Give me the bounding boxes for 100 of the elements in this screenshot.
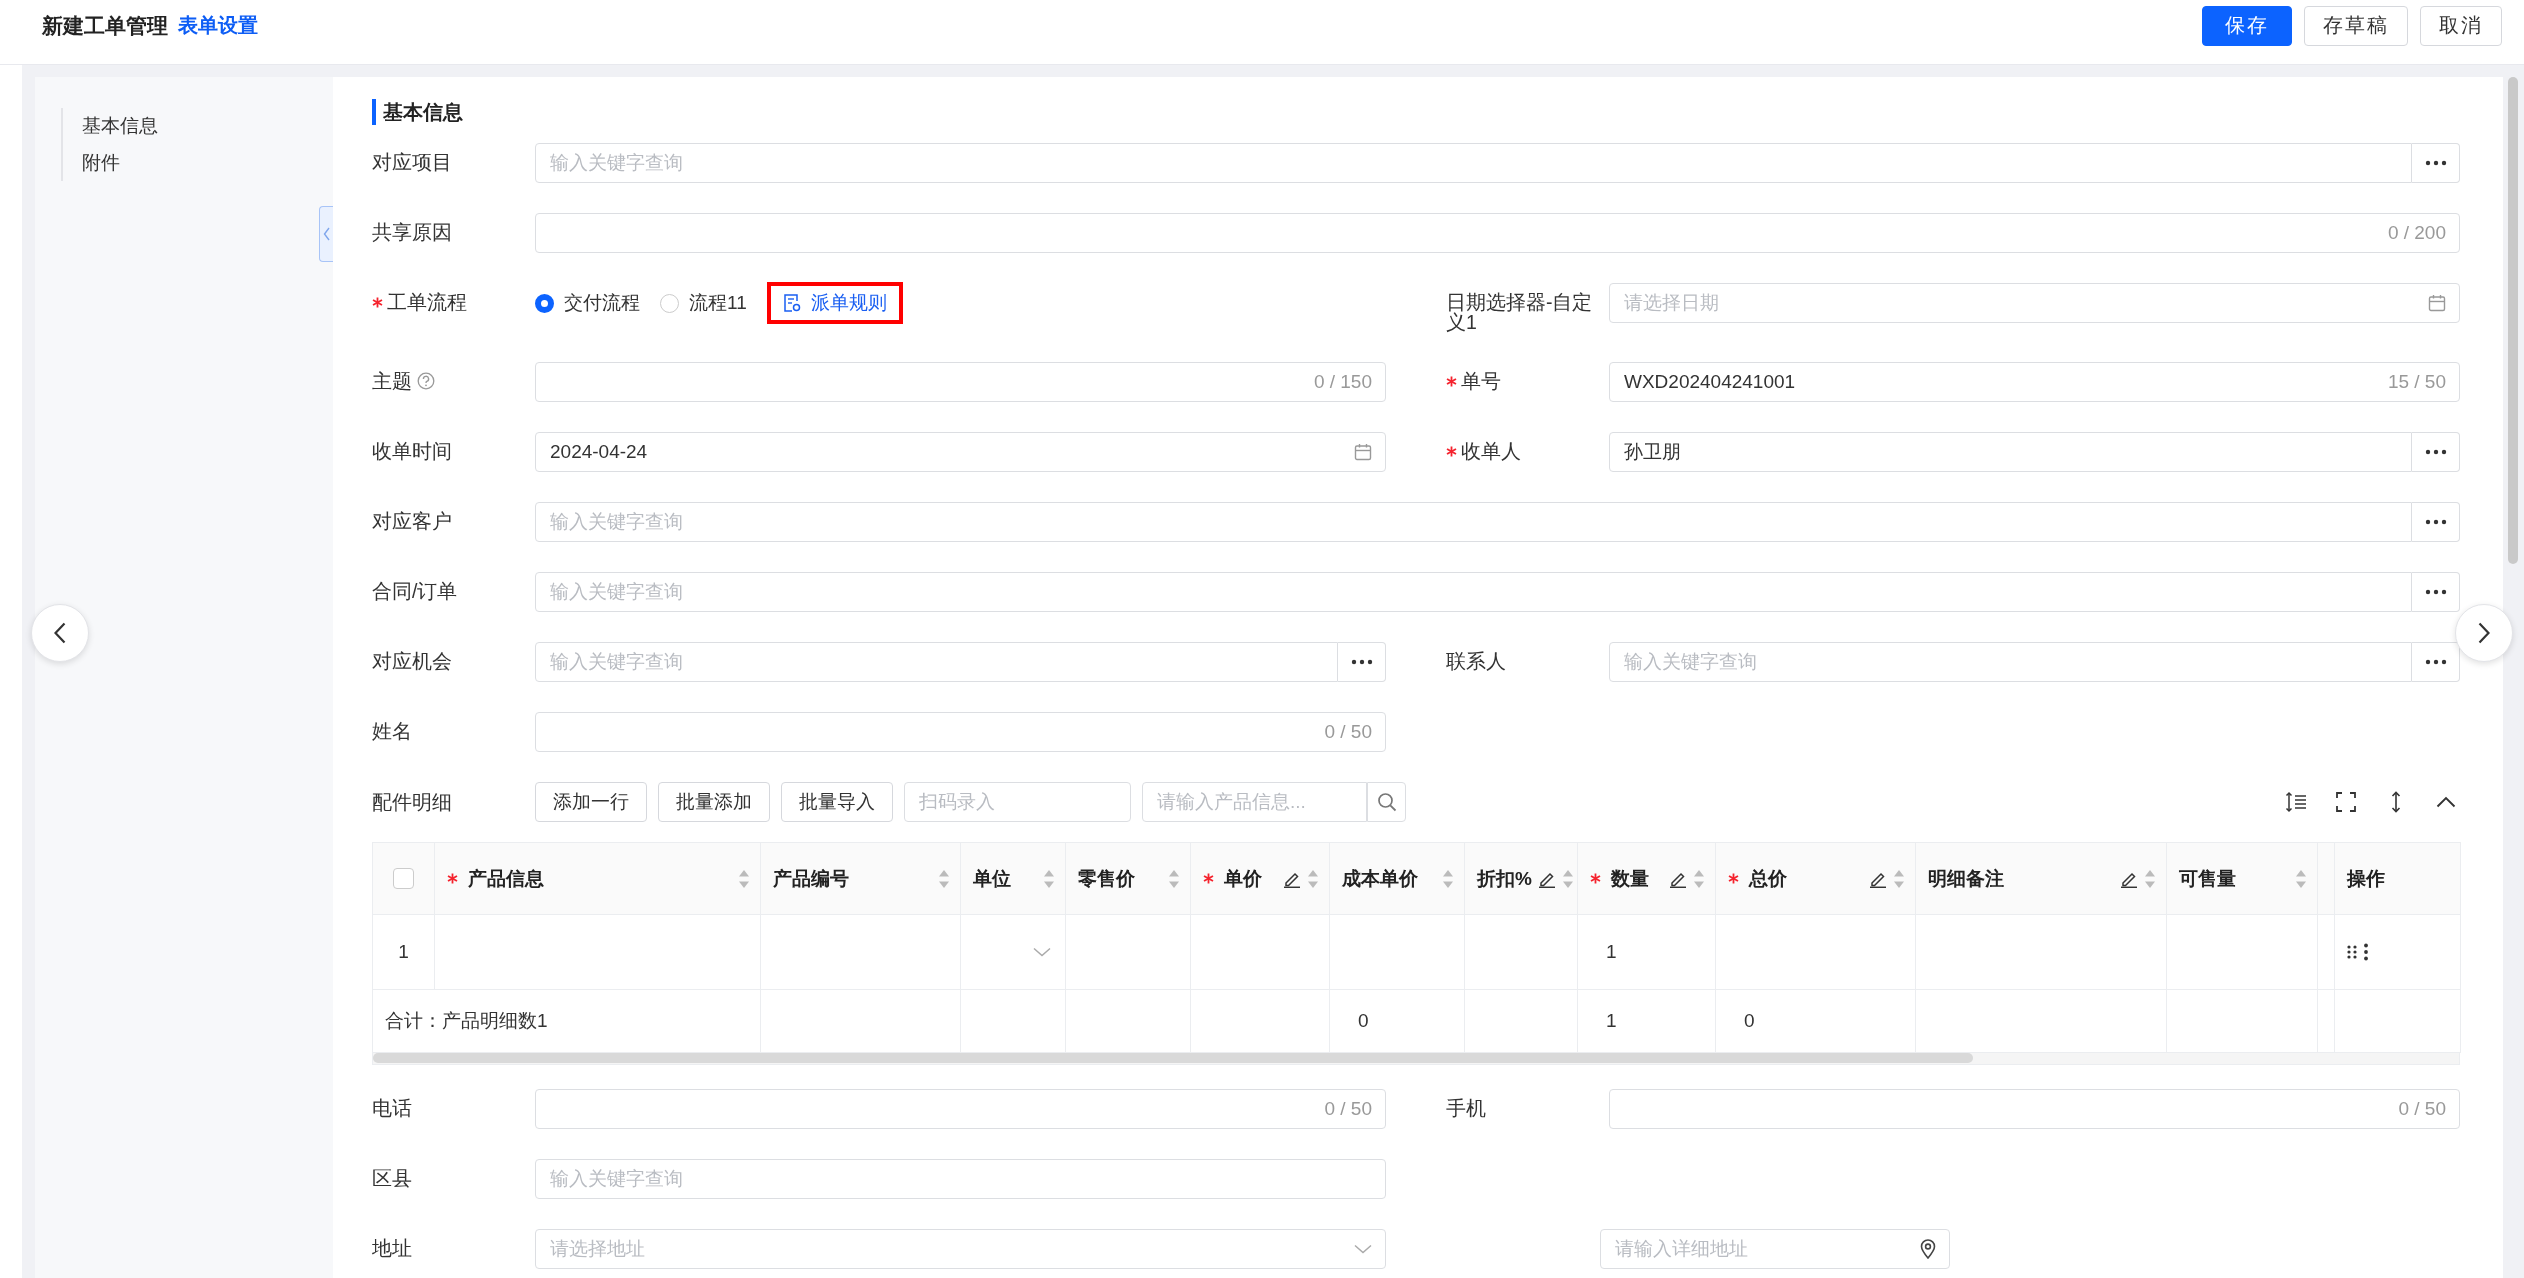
field-label: 主题: [372, 371, 412, 391]
rule-link[interactable]: 派单规则: [766, 282, 903, 324]
input-field[interactable]: 2024-04-24: [535, 432, 1386, 472]
more-button[interactable]: [2412, 432, 2460, 472]
input-field[interactable]: 输入关键字查询: [535, 642, 1338, 682]
input-field[interactable]: 输入关键字查询: [535, 502, 2412, 542]
action-button[interactable]: 取消: [2420, 5, 2502, 46]
input-field[interactable]: 请输入产品信息...: [1142, 782, 1367, 822]
radio-label: 交付流程: [564, 291, 640, 315]
drag-handle-icon: [2347, 945, 2357, 959]
character-counter: 0 / 50: [2398, 1098, 2446, 1120]
field-label: 对应项目: [372, 152, 452, 172]
column-header[interactable]: 成本单价: [1329, 842, 1465, 915]
toolbar-icon-button[interactable]: [2284, 790, 2308, 814]
column-header[interactable]: 单位: [960, 842, 1066, 915]
ellipsis-icon: [1350, 659, 1373, 665]
field-label: 收单时间: [372, 441, 452, 461]
character-counter: 0 / 150: [1313, 371, 1372, 393]
column-header[interactable]: 产品编号: [760, 842, 961, 915]
column-header[interactable]: 产品信息: [434, 842, 761, 915]
input-field[interactable]: [535, 1089, 1386, 1129]
character-counter: 0 / 50: [1324, 1098, 1372, 1120]
more-vertical-icon: [2363, 943, 2369, 961]
search-icon: [1376, 792, 1397, 812]
field-label: 手机: [1446, 1098, 1486, 1118]
field-label: 对应客户: [372, 511, 452, 531]
field-label: 单号: [1461, 371, 1501, 391]
row-number: 1: [398, 941, 409, 962]
toolbar-button[interactable]: 批量导入: [781, 782, 893, 822]
input-field[interactable]: 输入关键字查询: [535, 143, 2412, 183]
input-field[interactable]: 孙卫朋: [1609, 432, 2412, 472]
radio-button[interactable]: [535, 293, 554, 313]
column-header[interactable]: 明细备注: [1915, 842, 2167, 915]
field-label: 收单人: [1461, 441, 1521, 461]
input-field[interactable]: 请选择日期: [1609, 283, 2460, 323]
column-header[interactable]: 数量: [1577, 842, 1716, 915]
field-label: 地址: [372, 1238, 412, 1258]
fullscreen-icon: [2336, 792, 2356, 812]
column-header[interactable]: 单价: [1190, 842, 1330, 915]
field-label: 合同/订单: [372, 581, 458, 601]
page-title: 新建工单管理: [42, 12, 168, 39]
character-counter: 0 / 200: [2387, 222, 2446, 244]
field-label: 配件明细: [372, 792, 452, 812]
field-label: 联系人: [1446, 651, 1506, 671]
summary-text: 合计：产品明细数1: [385, 1010, 548, 1031]
document-gear-icon: [782, 293, 801, 313]
input-field[interactable]: 请选择地址: [535, 1229, 1386, 1269]
more-button[interactable]: [1338, 642, 1386, 682]
input-field[interactable]: [1609, 1089, 2460, 1129]
input-field[interactable]: [535, 362, 1386, 402]
more-button[interactable]: [2412, 502, 2460, 542]
toolbar-button[interactable]: 添加一行: [535, 782, 647, 822]
input-field[interactable]: 请输入详细地址: [1600, 1229, 1950, 1269]
horizontal-scrollbar[interactable]: [373, 1053, 1973, 1063]
column-header[interactable]: 可售量: [2166, 842, 2318, 915]
column-header[interactable]: 零售价: [1065, 842, 1191, 915]
ellipsis-icon: [2424, 449, 2447, 455]
section-title: 基本信息: [372, 99, 463, 125]
toolbar-icon-button[interactable]: [2334, 790, 2358, 814]
radio-label: 流程11: [689, 291, 747, 315]
input-field[interactable]: 扫码录入: [904, 782, 1131, 822]
input-field[interactable]: [535, 213, 2460, 253]
toolbar-button[interactable]: 批量添加: [658, 782, 770, 822]
field-label: 姓名: [372, 721, 412, 741]
form-settings-link[interactable]: 表单设置: [178, 12, 258, 39]
chevron-right-icon: [2478, 622, 2490, 644]
table-cell: 0: [1744, 1010, 1755, 1031]
ellipsis-icon: [2424, 160, 2447, 166]
search-button[interactable]: [1367, 782, 1406, 822]
checkbox[interactable]: [393, 868, 414, 889]
table-cell: 1: [1606, 1010, 1617, 1031]
field-label: 日期选择器-自定义1: [1446, 292, 1594, 332]
more-button[interactable]: [2412, 642, 2460, 682]
more-button[interactable]: [2412, 572, 2460, 612]
ellipsis-icon: [2424, 519, 2447, 525]
ellipsis-icon: [2424, 659, 2447, 665]
input-field[interactable]: 输入关键字查询: [535, 1159, 1386, 1199]
vertical-arrows-icon: [2391, 791, 2401, 813]
nav-item[interactable]: 基本信息: [82, 113, 158, 139]
input-field[interactable]: [535, 712, 1386, 752]
table-cell: 1: [1606, 941, 1617, 962]
collapse-handle[interactable]: [319, 206, 333, 262]
input-field[interactable]: 输入关键字查询: [1609, 642, 2412, 682]
nav-item[interactable]: 附件: [82, 150, 158, 176]
field-label: 区县: [372, 1168, 412, 1188]
caret-down-icon: [1354, 1244, 1372, 1254]
input-field[interactable]: 输入关键字查询: [535, 572, 2412, 612]
save-button[interactable]: 保存: [2202, 5, 2292, 46]
field-label: 电话: [372, 1098, 412, 1118]
field-label: 共享原因: [372, 222, 452, 242]
action-button[interactable]: 存草稿: [2304, 5, 2408, 46]
column-header: 操作: [2334, 842, 2461, 915]
character-counter: 0 / 50: [1324, 721, 1372, 743]
calendar-icon: [1354, 443, 1372, 461]
scrollbar-thumb[interactable]: [2508, 77, 2518, 564]
more-button[interactable]: [2412, 143, 2460, 183]
column-header[interactable]: 折扣%: [1464, 842, 1578, 915]
column-header[interactable]: 总价: [1715, 842, 1916, 915]
calendar-icon: [2428, 294, 2446, 312]
character-counter: 15 / 50: [2387, 371, 2446, 393]
